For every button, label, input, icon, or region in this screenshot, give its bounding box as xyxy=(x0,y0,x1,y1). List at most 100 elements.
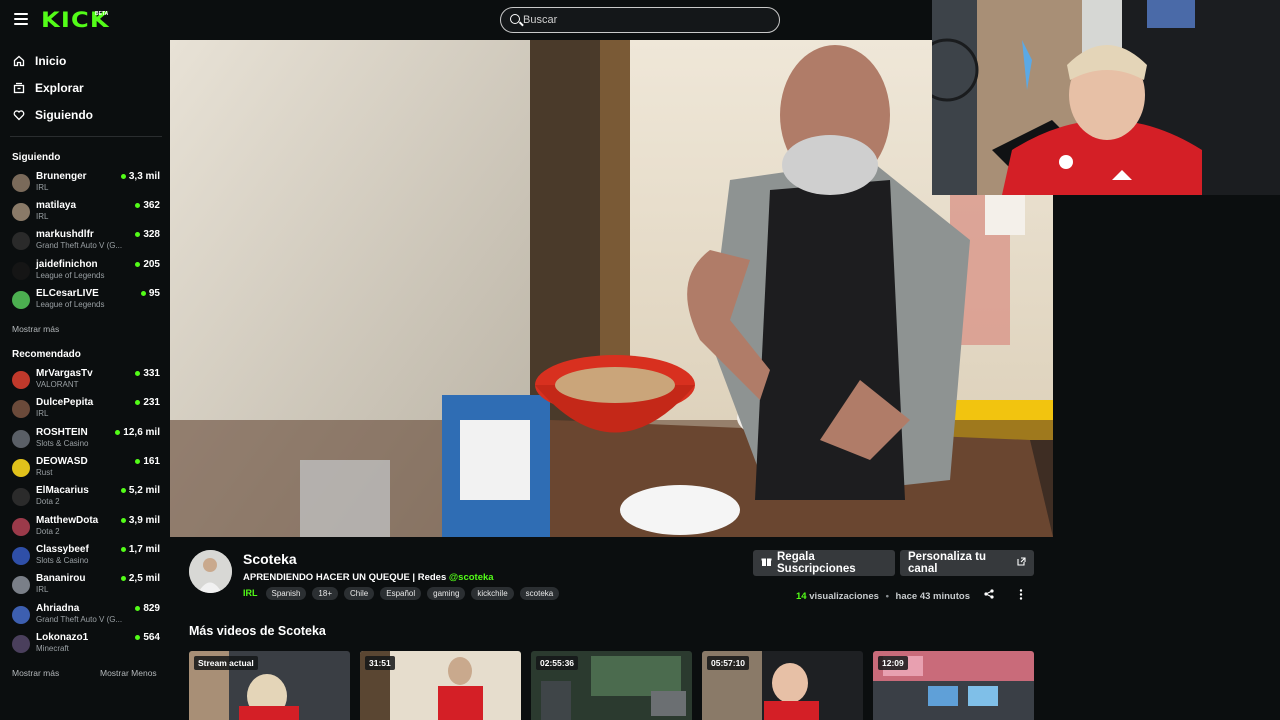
channel-name: MatthewDota xyxy=(36,515,99,526)
live-dot-icon xyxy=(135,459,141,464)
recommended-channel[interactable]: DEOWASD Rust 161 xyxy=(12,455,160,481)
recommended-show-less[interactable]: Mostrar Menos xyxy=(100,668,157,678)
avatar xyxy=(12,371,30,389)
channel-name: Ahriadna xyxy=(36,603,80,614)
recommended-channel[interactable]: ROSHTEIN Slots & Casino 12,6 mil xyxy=(12,426,160,452)
channel-category: Slots & Casino xyxy=(36,439,89,448)
recommended-channel[interactable]: Ahriadna Grand Theft Auto V (G... 829 xyxy=(12,602,160,628)
nav-home-label: Inicio xyxy=(35,54,67,68)
followed-channel[interactable]: jaidefinichon League of Legends 205 xyxy=(12,258,160,284)
channel-category: Dota 2 xyxy=(36,527,60,536)
live-dot-icon xyxy=(135,635,141,640)
customize-channel-button[interactable]: Personaliza tu canal xyxy=(900,550,1034,576)
video-thumbnail[interactable]: 05:57:10 xyxy=(702,651,863,720)
avatar xyxy=(12,635,30,653)
followed-channel[interactable]: markushdlfr Grand Theft Auto V (G... 328 xyxy=(12,228,160,254)
live-dot-icon xyxy=(135,203,141,208)
browse-icon xyxy=(12,81,26,95)
tag[interactable]: Chile xyxy=(344,586,375,600)
video-thumbnail[interactable]: 02:55:36 xyxy=(531,651,692,720)
tag[interactable]: Español xyxy=(380,586,422,600)
recommended-channel[interactable]: Classybeef Slots & Casino 1,7 mil xyxy=(12,543,160,569)
viewer-count: 3,3 mil xyxy=(120,171,160,182)
video-thumbnail[interactable]: 31:51 xyxy=(360,651,521,720)
search-bar[interactable] xyxy=(500,7,780,33)
video-thumbnail[interactable]: Stream actual xyxy=(189,651,350,720)
recommended-channel[interactable]: MrVargasTv VALORANT 331 xyxy=(12,367,160,393)
tag[interactable]: scoteka xyxy=(519,586,560,600)
channel-category: IRL xyxy=(36,212,49,221)
channel-category: League of Legends xyxy=(36,271,105,280)
gift-subs-button[interactable]: Regala Suscripciones xyxy=(753,550,895,576)
tag[interactable]: gaming xyxy=(427,586,466,600)
social-mention[interactable]: @scoteka xyxy=(449,572,494,583)
video-player[interactable] xyxy=(170,40,1053,537)
viewer-count: 95 xyxy=(140,288,160,299)
followed-channel[interactable]: matilaya IRL 362 xyxy=(12,199,160,225)
more-videos-title: Más videos de Scoteka xyxy=(189,624,326,638)
channel-name: Lokonazo1 xyxy=(36,632,89,643)
customize-channel-label: Personaliza tu canal xyxy=(908,551,986,575)
channel-category: IRL xyxy=(36,409,49,418)
avatar xyxy=(12,518,30,536)
nav-following-label: Siguiendo xyxy=(35,108,93,122)
followed-channel[interactable]: Brunenger IRL 3,3 mil xyxy=(12,170,160,196)
recommended-channel[interactable]: DulcePepita IRL 231 xyxy=(12,396,160,422)
recommended-channel[interactable]: ElMacarius Dota 2 5,2 mil xyxy=(12,484,160,510)
channel-name: DEOWASD xyxy=(36,456,88,467)
more-options-icon[interactable] xyxy=(1014,589,1028,603)
channel-category: League of Legends xyxy=(36,300,105,309)
recommended-channel[interactable]: MatthewDota Dota 2 3,9 mil xyxy=(12,514,160,540)
streamer-avatar[interactable] xyxy=(189,550,232,593)
channel-name: ROSHTEIN xyxy=(36,427,88,438)
viewer-count: 1,7 mil xyxy=(120,544,160,555)
nav-explore-label: Explorar xyxy=(35,81,84,95)
stream-title: APRENDIENDO HACER UN QUEQUE | Redes @sco… xyxy=(243,572,494,583)
tag[interactable]: 18+ xyxy=(312,586,338,600)
webcam-frame xyxy=(932,0,1280,195)
sidebar-divider xyxy=(10,136,162,137)
channel-name: ElMacarius xyxy=(36,485,89,496)
tag[interactable]: kickchile xyxy=(471,586,514,600)
nav-explore[interactable]: Explorar xyxy=(12,79,84,97)
search-input[interactable] xyxy=(523,12,763,28)
channel-name: matilaya xyxy=(36,200,77,211)
channel-name: jaidefinichon xyxy=(36,259,98,270)
avatar xyxy=(12,606,30,624)
gift-icon xyxy=(761,556,772,570)
stream-category[interactable]: IRL xyxy=(243,588,258,598)
live-dot-icon xyxy=(135,371,141,376)
tag[interactable]: Spanish xyxy=(265,586,307,600)
recommended-channel[interactable]: Bananirou IRL 2,5 mil xyxy=(12,572,160,598)
live-dot-icon xyxy=(135,232,141,237)
nav-home[interactable]: Inicio xyxy=(12,52,66,70)
viewer-count: 231 xyxy=(135,397,160,408)
menu-icon[interactable] xyxy=(14,13,28,25)
channel-name: Brunenger xyxy=(36,171,87,182)
channel-name: Classybeef xyxy=(36,544,89,555)
viewer-count: 5,2 mil xyxy=(120,485,160,496)
home-icon xyxy=(12,54,26,68)
avatar xyxy=(12,174,30,192)
share-icon[interactable] xyxy=(982,589,996,603)
channel-category: Grand Theft Auto V (G... xyxy=(36,241,123,250)
viewer-count: 205 xyxy=(135,259,160,270)
video-thumbnail[interactable]: 12:09 xyxy=(873,651,1034,720)
channel-category: IRL xyxy=(36,585,49,594)
avatar xyxy=(12,488,30,506)
webcam-overlay xyxy=(932,0,1280,195)
channel-name: Bananirou xyxy=(36,573,86,584)
recommended-show-more[interactable]: Mostrar más xyxy=(12,668,59,678)
avatar xyxy=(12,232,30,250)
recommended-channel[interactable]: Lokonazo1 Minecraft 564 xyxy=(12,631,160,657)
live-dot-icon xyxy=(135,262,141,267)
following-show-more[interactable]: Mostrar más xyxy=(12,324,59,334)
video-badge: 31:51 xyxy=(365,656,395,670)
streamer-name[interactable]: Scoteka xyxy=(243,551,297,567)
video-badge: Stream actual xyxy=(194,656,258,670)
nav-following[interactable]: Siguiendo xyxy=(12,106,93,124)
channel-category: VALORANT xyxy=(36,380,79,389)
heart-icon xyxy=(12,108,26,122)
followed-channel[interactable]: ELCesarLIVE League of Legends 95 xyxy=(12,287,160,313)
video-badge: 12:09 xyxy=(878,656,908,670)
